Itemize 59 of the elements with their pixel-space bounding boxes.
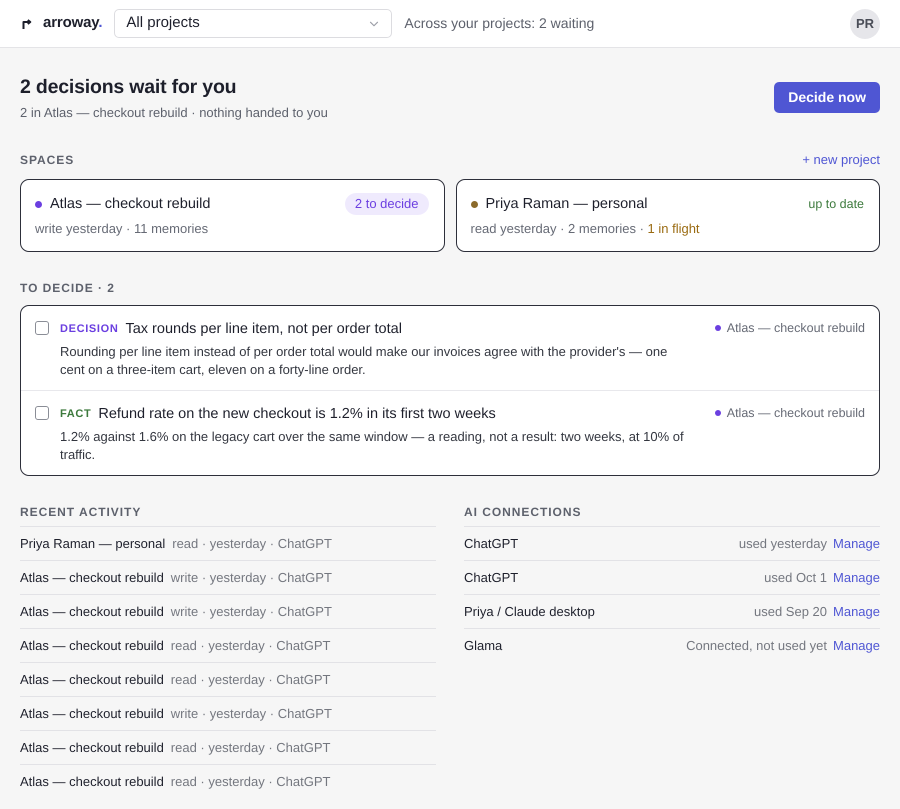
page-subtitle: 2 in Atlas — checkout rebuild · nothing handed to you [20, 104, 328, 122]
activity-space[interactable]: Atlas — checkout rebuild [20, 636, 164, 656]
activity-space[interactable]: Atlas — checkout rebuild [20, 772, 164, 792]
user-avatar[interactable]: PR [850, 8, 880, 38]
item-kind-label: FACT [60, 407, 92, 422]
item-body: 1.2% against 1.6% on the legacy cart over the same window — a reading, not a result: two weeks, at 10% of traffic. [60, 428, 685, 464]
connection-name: Priya / Claude desktop [464, 602, 595, 621]
item-title: Tax rounds per line item, not per order total [125, 320, 402, 339]
activity-detail: write · yesterday · ChatGPT [170, 602, 332, 621]
activity-space[interactable]: Atlas — checkout rebuild [20, 670, 164, 690]
activity-space[interactable]: Atlas — checkout rebuild [20, 704, 164, 724]
connection-name: ChatGPT [464, 568, 518, 587]
activity-detail: read · yesterday · ChatGPT [170, 636, 330, 655]
manage-link[interactable]: Manage [833, 534, 880, 554]
activity-space[interactable]: Priya Raman — personal [20, 534, 166, 554]
section-heading: AI CONNECTIONS [464, 504, 582, 520]
space-meta: read yesterday · 2 memories · 1 in flight [470, 220, 701, 238]
space-status: up to date [808, 196, 864, 212]
logo-text: arroway. [43, 13, 102, 34]
page-title: 2 decisions wait for you [20, 75, 238, 100]
manage-link[interactable]: Manage [833, 568, 880, 588]
connection-status: used Sep 20 [754, 602, 828, 621]
project-select[interactable]: All projects [114, 9, 392, 38]
space-card[interactable]: Atlas — checkout rebuild 2 to decide write yesterday · 11 memories [20, 179, 444, 252]
manage-link[interactable]: Manage [833, 602, 880, 622]
section-heading: RECENT ACTIVITY [20, 504, 142, 520]
connection-status: used Oct 1 [764, 568, 828, 587]
connection-status: used yesterday [738, 534, 828, 553]
space-card[interactable]: Priya Raman — personal up to date read yesterday · 2 memories · 1 in flight [456, 179, 880, 252]
activity-space[interactable]: Atlas — checkout rebuild [20, 602, 164, 622]
decide-now-button[interactable]: Decide now [774, 82, 880, 113]
space-name: Priya Raman — personal [486, 195, 648, 214]
space-meta: write yesterday · 11 memories [35, 220, 210, 238]
checkbox[interactable] [35, 321, 49, 335]
activity-detail: read · yesterday · ChatGPT [170, 738, 330, 757]
bent-arrow-icon [22, 18, 32, 28]
section-heading: TO DECIDE · 2 [20, 280, 116, 296]
item-space: Atlas — checkout rebuild [726, 405, 865, 422]
activity-space[interactable]: Atlas — checkout rebuild [20, 738, 164, 758]
space-status: 2 to decide [344, 193, 428, 215]
item-space: Atlas — checkout rebuild [726, 320, 865, 337]
activity-detail: read · yesterday · ChatGPT [170, 772, 330, 791]
space-name: Atlas — checkout rebuild [50, 195, 210, 214]
checkbox[interactable] [35, 406, 49, 420]
waiting-summary: Across your projects: 2 waiting [404, 14, 594, 33]
connection-name: Glama [464, 636, 502, 655]
section-heading: SPACES [20, 152, 74, 168]
connection-status: Connected, not used yet [686, 636, 828, 655]
activity-space[interactable]: Atlas — checkout rebuild [20, 568, 164, 588]
activity-detail: write · yesterday · ChatGPT [170, 568, 332, 587]
activity-detail: read · yesterday · ChatGPT [172, 534, 332, 553]
new-project-link[interactable]: + new project [802, 152, 880, 168]
item-body: Rounding per line item instead of per order total would make our invoices agree with the provider's — one cent on a three-item cart, eleven on a forty-line order. [60, 343, 668, 379]
activity-detail: write · yesterday · ChatGPT [170, 704, 332, 723]
item-kind-label: DECISION [60, 322, 118, 337]
item-title: Refund rate on the new checkout is 1.2% in its first two weeks [98, 405, 496, 424]
manage-link[interactable]: Manage [833, 636, 880, 656]
activity-detail: read · yesterday · ChatGPT [170, 670, 330, 689]
connection-name: ChatGPT [464, 534, 518, 553]
